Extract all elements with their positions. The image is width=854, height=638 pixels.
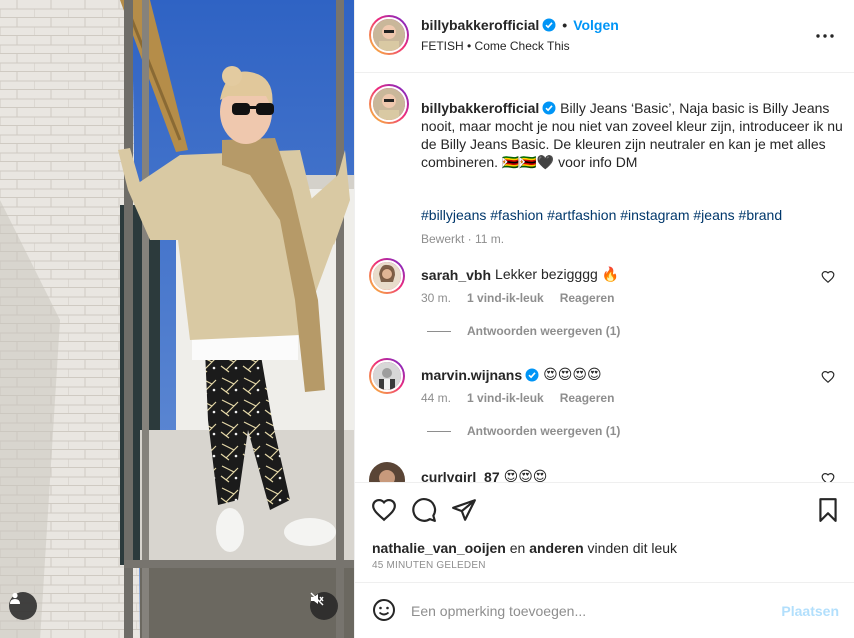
comment-likes[interactable]: 1 vind-ik-leuk	[467, 291, 544, 305]
reply-button[interactable]: Reageren	[560, 291, 615, 305]
post-media[interactable]	[0, 0, 354, 638]
comment-bubble-icon[interactable]	[411, 497, 437, 523]
comment-text-line: sarah_vbh Lekker bezigggg 🔥	[421, 266, 619, 283]
likes-summary: nathalie_van_ooijen en anderen vinden di…	[372, 540, 677, 556]
comment-avatar[interactable]	[369, 462, 405, 482]
author-username[interactable]: billybakkerofficial	[421, 17, 539, 33]
avatar-image	[373, 262, 401, 290]
liked-by-tail: vinden dit leuk	[583, 540, 678, 556]
replies-divider-line	[427, 330, 451, 332]
view-replies-button[interactable]: Antwoorden weergeven (1)	[427, 424, 620, 438]
replies-divider-line	[427, 430, 451, 432]
comment-username[interactable]: sarah_vbh	[421, 267, 491, 283]
liked-by-others-link[interactable]: anderen	[529, 540, 583, 556]
comment-username[interactable]: curlygirl_87	[421, 469, 500, 483]
mute-toggle-button[interactable]	[310, 592, 338, 620]
add-comment-bar: Plaatsen	[355, 582, 854, 638]
avatar-image	[369, 462, 405, 482]
share-paper-plane-icon[interactable]	[451, 497, 477, 523]
caption-meta: Bewerkt · 11 m.	[421, 232, 505, 246]
comment-text: Lekker bezigggg 🔥	[495, 266, 620, 282]
post-timestamp[interactable]: 45 MINUTEN GELEDEN	[372, 560, 486, 571]
comment-meta: 44 m. 1 vind-ik-leuk Reageren	[421, 391, 614, 405]
comments-list[interactable]: billybakkerofficial Billy Jeans ‘Basic’,…	[355, 74, 854, 482]
emoji-smiley-icon[interactable]	[372, 598, 396, 622]
comment-likes[interactable]: 1 vind-ik-leuk	[467, 391, 544, 405]
reply-button[interactable]: Reageren	[560, 391, 615, 405]
verified-badge-icon	[542, 101, 556, 115]
separator-dot: •	[562, 17, 568, 33]
view-replies-button[interactable]: Antwoorden weergeven (1)	[427, 324, 620, 338]
speaker-muted-icon	[310, 592, 324, 606]
caption-hashtags[interactable]: #billyjeans #fashion #artfashion #instag…	[421, 207, 782, 223]
comment-username[interactable]: marvin.wijnans	[421, 367, 522, 383]
more-options-button[interactable]	[813, 24, 837, 48]
save-bookmark-icon[interactable]	[815, 497, 841, 523]
person-icon	[10, 592, 20, 604]
liked-by-connector: en	[505, 540, 530, 556]
post-photo	[0, 0, 354, 638]
comment-text-line: curlygirl_87 😍😍😍	[421, 468, 547, 482]
like-comment-heart-icon[interactable]	[821, 270, 835, 284]
avatar-image	[373, 88, 405, 120]
view-replies-label: Antwoorden weergeven (1)	[467, 424, 621, 438]
header-title-line: billybakkerofficial • Volgen	[421, 17, 619, 33]
comment-text: 😍😍😍	[503, 468, 548, 482]
like-comment-heart-icon[interactable]	[821, 472, 835, 482]
author-avatar[interactable]	[369, 15, 409, 55]
comment-text: 😍😍😍😍	[543, 366, 602, 382]
post-actions: nathalie_van_ooijen en anderen vinden di…	[355, 482, 854, 582]
caption-author-username[interactable]: billybakkerofficial	[421, 100, 539, 116]
caption-body: billybakkerofficial Billy Jeans ‘Basic’,…	[421, 99, 843, 171]
audio-track-link[interactable]: FETISH • Come Check This	[421, 39, 570, 53]
tagged-users-button[interactable]	[9, 592, 37, 620]
like-comment-heart-icon[interactable]	[821, 370, 835, 384]
caption-author-avatar[interactable]	[369, 84, 409, 124]
more-horizontal-icon	[816, 34, 834, 38]
post-comment-button[interactable]: Plaatsen	[781, 603, 839, 619]
instagram-post-modal: billybakkerofficial • Volgen FETISH • Co…	[0, 0, 854, 638]
comment-time[interactable]: 30 m.	[421, 291, 451, 305]
comment-avatar[interactable]	[369, 258, 405, 294]
avatar-image	[373, 19, 405, 51]
verified-badge-icon	[542, 18, 556, 32]
comment-input[interactable]	[411, 601, 771, 621]
comment-text-line: marvin.wijnans 😍😍😍😍	[421, 366, 602, 383]
post-header: billybakkerofficial • Volgen FETISH • Co…	[355, 0, 854, 73]
comment-avatar[interactable]	[369, 358, 405, 394]
like-heart-icon[interactable]	[371, 497, 397, 523]
avatar-image	[373, 362, 401, 390]
comment-time[interactable]: 44 m.	[421, 391, 451, 405]
view-replies-label: Antwoorden weergeven (1)	[467, 324, 621, 338]
verified-badge-icon	[525, 368, 539, 381]
follow-button[interactable]: Volgen	[573, 17, 619, 33]
comment-meta: 30 m. 1 vind-ik-leuk Reageren	[421, 291, 614, 305]
liked-by-username[interactable]: nathalie_van_ooijen	[372, 540, 506, 556]
post-details-panel: billybakkerofficial • Volgen FETISH • Co…	[354, 0, 854, 638]
